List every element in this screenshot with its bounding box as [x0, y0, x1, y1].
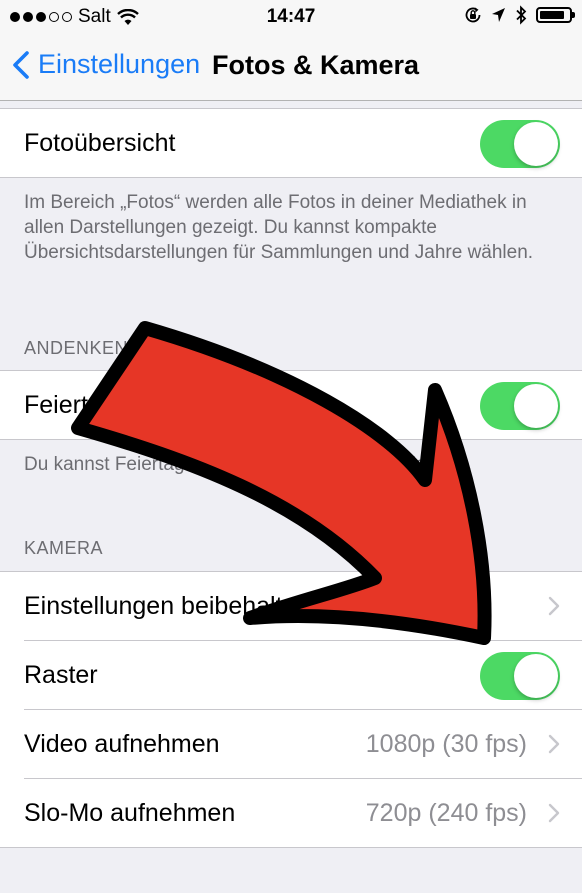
location-icon [492, 8, 505, 22]
preserve-settings-label: Einstellungen beibehalten [24, 591, 311, 620]
record-slomo-label: Slo-Mo aufnehmen [24, 798, 236, 827]
holidays-label: Feiertage anzeigen [24, 390, 239, 419]
status-bar: Salt 14:47 [0, 0, 582, 34]
photo-overview-toggle[interactable] [480, 120, 560, 168]
grid-toggle[interactable] [480, 652, 560, 700]
grid-label: Raster [24, 660, 98, 689]
record-video-value: 1080p (30 fps) [365, 729, 527, 758]
holidays-footnote: Du kannst Feiertage deines Landes anzeig… [24, 454, 472, 475]
camera-group: Einstellungen beibehalten Raster Video a… [0, 571, 582, 848]
chevron-left-icon [13, 50, 29, 79]
holidays-toggle[interactable] [480, 382, 560, 430]
photo-overview-group: Fotoübersicht [0, 108, 582, 178]
camera-section-header: KAMERA [24, 538, 104, 558]
chevron-right-icon [548, 596, 560, 616]
battery-icon [536, 7, 575, 23]
photo-overview-label: Fotoübersicht [24, 128, 176, 157]
rotation-lock-icon [465, 7, 481, 23]
back-button-label: Einstellungen [38, 49, 201, 79]
chevron-right-icon [548, 734, 560, 754]
holidays-row: Feiertage anzeigen [0, 371, 582, 439]
memories-group: Feiertage anzeigen [0, 370, 582, 440]
preserve-settings-row[interactable]: Einstellungen beibehalten [0, 572, 582, 640]
grid-row: Raster [24, 640, 582, 709]
memories-section-header: ANDENKEN [24, 338, 129, 358]
record-slomo-value: 720p (240 fps) [365, 798, 527, 827]
chevron-right-icon [548, 803, 560, 823]
record-video-label: Video aufnehmen [24, 729, 220, 758]
navigation-bar: Einstellungen Fotos & Kamera [0, 34, 582, 101]
bluetooth-icon [516, 5, 527, 25]
record-video-row[interactable]: Video aufnehmen 1080p (30 fps) [24, 709, 582, 778]
photo-overview-row: Fotoübersicht [0, 109, 582, 177]
back-button[interactable]: Einstellungen [12, 49, 200, 80]
page-title: Fotos & Kamera [212, 50, 420, 80]
record-slomo-row[interactable]: Slo-Mo aufnehmen 720p (240 fps) [24, 778, 582, 847]
photo-overview-footnote: Im Bereich „Fotos“ werden alle Fotos in … [24, 192, 534, 263]
status-icons [464, 5, 575, 25]
